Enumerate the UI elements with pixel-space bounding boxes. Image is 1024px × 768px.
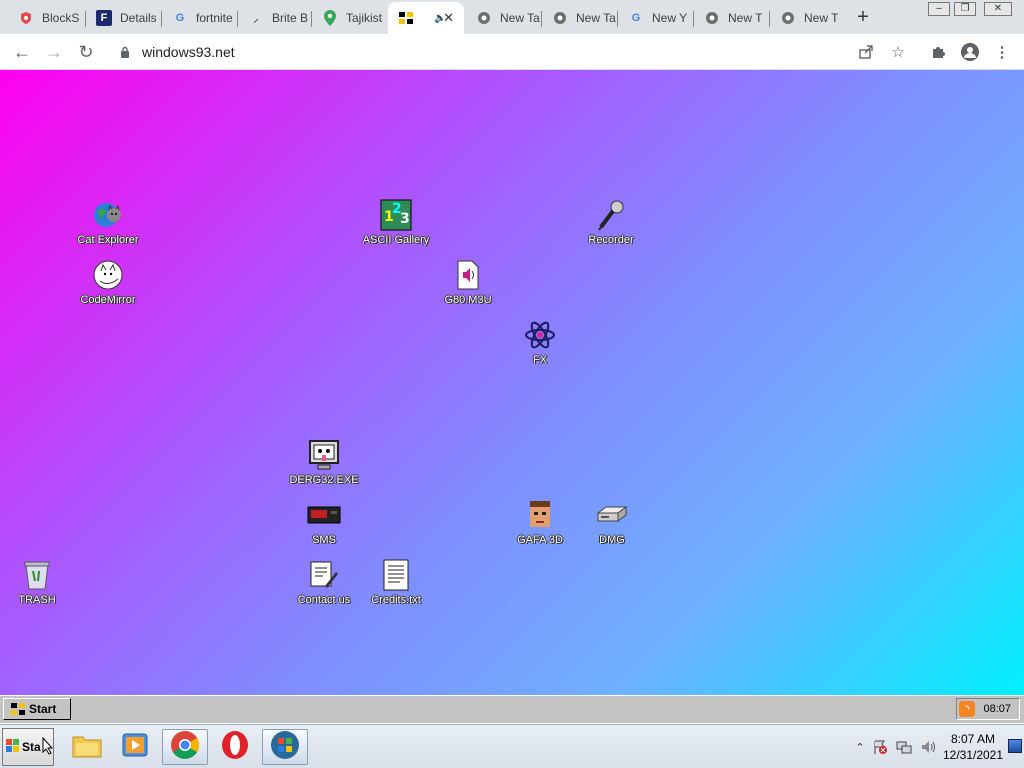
chrome-menu-icon[interactable]: ⋮: [992, 42, 1012, 62]
action-center-flag-icon[interactable]: [872, 739, 888, 755]
clock-time: 8:07 AM: [950, 732, 996, 746]
desktop-icon-fx[interactable]: FX: [495, 318, 585, 366]
share-icon[interactable]: [856, 42, 876, 62]
show-hidden-icons-chevron-icon[interactable]: ⌃: [852, 739, 868, 755]
tab-new-tab-5[interactable]: New T: [770, 4, 842, 32]
desktop-icon-sms[interactable]: SMS: [279, 498, 369, 546]
win93-desktop: Cat Explorer 123 ASCII Gallery Recorder …: [0, 70, 1024, 695]
win93-clock: 08:07: [983, 703, 1011, 715]
opera-icon: [220, 730, 250, 765]
codemirror-cat-icon: [91, 258, 125, 292]
win93-start-label: Start: [29, 702, 57, 716]
desktop-icon-trash[interactable]: TRASH: [0, 558, 82, 606]
atom-icon: [523, 318, 557, 352]
file-explorer-icon: [72, 732, 102, 763]
show-desktop-button[interactable]: [1008, 739, 1022, 753]
clock-date: 12/31/2021: [942, 748, 1004, 762]
restore-window-button[interactable]: ❐: [954, 2, 976, 16]
tab-windows93-active[interactable]: 🔈 ✕: [388, 2, 464, 34]
chrome-icon: [704, 10, 720, 26]
new-tab-button[interactable]: +: [852, 6, 874, 28]
chrome-icon: [780, 10, 796, 26]
minimize-window-button[interactable]: –: [928, 2, 950, 16]
windows-flag-icon: [6, 738, 20, 756]
tab-tajikistan[interactable]: Tajikist: [312, 4, 388, 32]
chrome-icon: [476, 10, 492, 26]
desktop-icon-ascii-gallery[interactable]: 123 ASCII Gallery: [351, 198, 441, 246]
tab-brite[interactable]: ⸝ Brite B: [238, 4, 312, 32]
tab-new-tab-4[interactable]: New T: [694, 4, 770, 32]
google-icon: G: [631, 12, 641, 24]
win93-start-button[interactable]: Start: [3, 698, 71, 720]
desktop-icon-derg32[interactable]: DERG32.EXE: [279, 438, 369, 486]
sms-console-icon: [307, 498, 341, 532]
microphone-icon: [594, 198, 628, 232]
media-player-icon: [121, 731, 149, 764]
win93-taskbar: Start ◝ 08:07: [0, 695, 1024, 723]
reload-button[interactable]: ↻: [74, 40, 98, 64]
forward-button[interactable]: →: [42, 40, 66, 64]
rss-feed-icon[interactable]: ◝: [959, 701, 976, 717]
tab-new-tab-3[interactable]: G New Y: [618, 4, 694, 32]
back-button[interactable]: ←: [10, 40, 34, 64]
taskbar-file-explorer[interactable]: [64, 729, 110, 765]
bookmark-star-icon[interactable]: ☆: [888, 42, 908, 62]
os-clock[interactable]: 8:07 AM 12/31/2021: [940, 731, 1006, 763]
dmg-drive-icon: [595, 498, 629, 532]
blocksite-shield-icon: [18, 10, 34, 26]
taskbar-media-player[interactable]: [112, 729, 158, 765]
chrome-icon: [552, 10, 568, 26]
contact-edit-icon: [307, 558, 341, 592]
desktop-icon-dmg[interactable]: DMG: [567, 498, 657, 546]
tab-blocksite[interactable]: BlockS: [8, 4, 86, 32]
browser-tab-strip: BlockS F Details G fortnite ⸝ Brite B Ta…: [0, 0, 1024, 34]
close-window-button[interactable]: ✕: [984, 2, 1012, 16]
trash-icon: [20, 558, 54, 592]
volume-icon[interactable]: [920, 739, 936, 755]
desktop-icon-g80-m3u[interactable]: G80.M3U: [423, 258, 513, 306]
svg-text:3: 3: [400, 211, 410, 227]
text-file-icon: [379, 558, 413, 592]
fandom-icon: F: [96, 10, 112, 26]
address-bar[interactable]: windows93.net: [108, 38, 918, 66]
taskbar-opera[interactable]: [212, 729, 258, 765]
mouse-cursor-icon: [42, 736, 54, 758]
google-icon: G: [175, 12, 185, 24]
win93-start-logo-icon: [10, 702, 26, 716]
network-icon[interactable]: [896, 739, 912, 755]
audio-file-icon: [451, 258, 485, 292]
tab-fortnite[interactable]: G fortnite: [162, 4, 238, 32]
tab-new-tab-2[interactable]: New Ta: [542, 4, 618, 32]
profile-avatar-icon[interactable]: [960, 42, 980, 62]
win93-system-tray: ◝ 08:07: [956, 698, 1020, 720]
lock-icon: [120, 45, 130, 58]
page-icon: ⸝: [253, 12, 259, 25]
chrome-icon: [170, 730, 200, 765]
derg-monitor-icon: [307, 438, 341, 472]
maps-pin-icon: [322, 10, 338, 26]
ascii-gallery-icon: 123: [379, 198, 413, 232]
os-start-label: Sta: [22, 740, 41, 754]
browser-toolbar: ← → ↻ windows93.net ☆ ⋮: [0, 34, 1024, 70]
close-tab-icon[interactable]: ✕: [443, 10, 454, 26]
desktop-icon-cat-explorer[interactable]: Cat Explorer: [63, 198, 153, 246]
os-taskbar: Sta ⌃ 8:07 AM 12/31/2021: [0, 724, 1024, 768]
desktop-icon-credits[interactable]: Credits.txt: [351, 558, 441, 606]
tab-details[interactable]: F Details: [86, 4, 162, 32]
desktop-icon-codemirror[interactable]: CodeMirror: [63, 258, 153, 306]
tab-new-tab-1[interactable]: New Ta: [466, 4, 542, 32]
gafa-face-icon: [523, 498, 557, 532]
os-start-button[interactable]: Sta: [2, 728, 54, 766]
win93-icon: [398, 10, 414, 26]
windows-logo-icon: [270, 730, 300, 765]
taskbar-chrome[interactable]: [162, 729, 208, 765]
desktop-icon-recorder[interactable]: Recorder: [566, 198, 656, 246]
taskbar-windows-app[interactable]: [262, 729, 308, 765]
extensions-puzzle-icon[interactable]: [928, 42, 948, 62]
url-text: windows93.net: [142, 44, 235, 60]
cat-explorer-icon: [91, 198, 125, 232]
